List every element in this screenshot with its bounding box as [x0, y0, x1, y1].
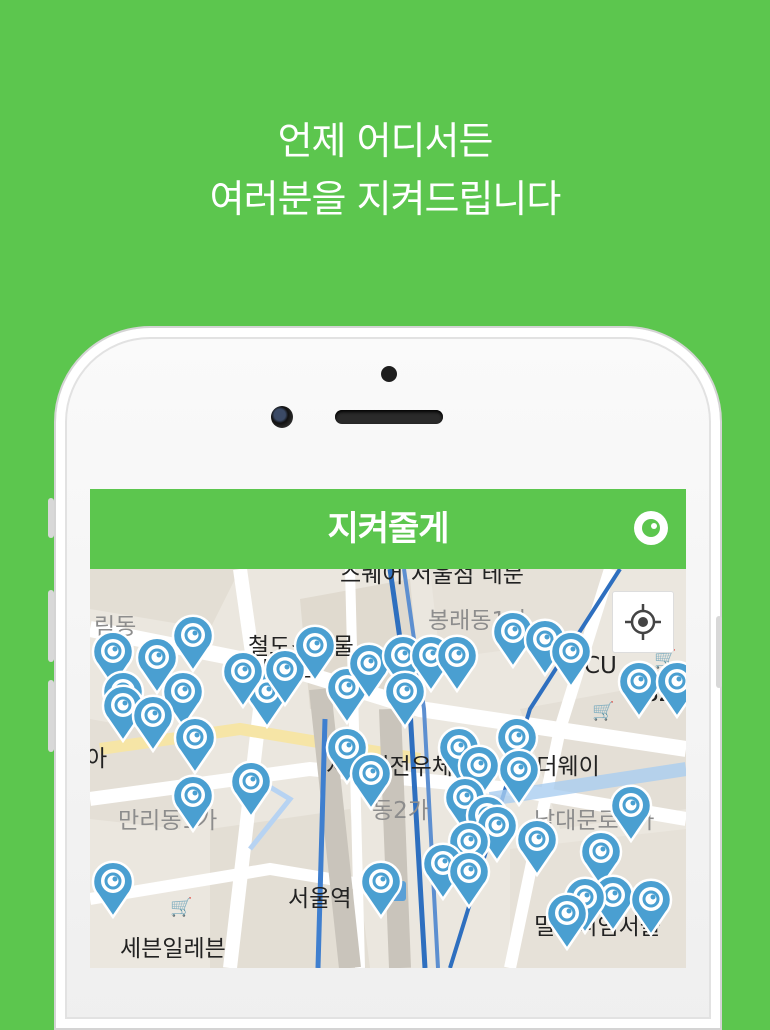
headline-line-2: 여러분을 지켜드립니다 [209, 177, 562, 221]
map-label: 세븐일레븐 [120, 936, 226, 962]
cctv-eye-pin-icon[interactable] [90, 859, 136, 919]
eye-icon[interactable] [634, 511, 668, 545]
volume-down-button [48, 680, 54, 752]
cctv-eye-pin-icon[interactable] [220, 649, 266, 709]
cctv-eye-pin-icon[interactable] [130, 693, 176, 753]
volume-up-button [48, 590, 54, 662]
map-label: 서울역 [288, 886, 352, 912]
mute-switch [48, 498, 54, 538]
cctv-eye-pin-icon[interactable] [544, 891, 590, 951]
map-label: 아 [90, 746, 108, 772]
cctv-eye-pin-icon[interactable] [172, 715, 218, 775]
headline: 언제 어디서든 여러분을 지켜드립니다 [0, 112, 770, 228]
cctv-eye-pin-icon[interactable] [170, 773, 216, 833]
headline-line-1: 언제 어디서든 [277, 119, 494, 163]
crosshair-icon [625, 604, 661, 640]
cctv-eye-pin-icon[interactable] [446, 849, 492, 909]
map-label: 스퀘어 서울점 테문 [340, 569, 524, 588]
cctv-eye-pin-icon[interactable] [628, 877, 674, 937]
cctv-eye-pin-icon[interactable] [654, 659, 686, 719]
power-button [716, 616, 722, 688]
cctv-eye-pin-icon[interactable] [434, 633, 480, 693]
map-view[interactable]: 스퀘어 서울점 테문 림동 봉래동1가 철도소화물 취급소 CU GS25 서울… [90, 569, 686, 968]
front-camera-icon [271, 406, 293, 428]
cctv-eye-pin-icon[interactable] [348, 751, 394, 811]
store-icon: 🛒 [170, 897, 193, 918]
store-icon: 🛒 [592, 701, 615, 722]
cctv-eye-pin-icon[interactable] [514, 817, 560, 877]
earpiece-speaker [335, 410, 443, 424]
sensor-dot [381, 366, 397, 382]
cctv-eye-pin-icon[interactable] [358, 859, 404, 919]
cctv-eye-pin-icon[interactable] [170, 613, 216, 673]
app-title: 지켜줄게 [327, 509, 449, 549]
cctv-eye-pin-icon[interactable] [608, 783, 654, 843]
my-location-button[interactable] [612, 591, 674, 653]
cctv-eye-pin-icon[interactable] [382, 669, 428, 729]
cctv-eye-pin-icon[interactable] [548, 629, 594, 689]
phone-screen: 지켜줄게 스퀘어 서울점 테문 림동 봉래동1가 CU 서울역전우체국 바이더웨… [90, 489, 686, 968]
cctv-eye-pin-icon[interactable] [228, 759, 274, 819]
app-bar: 지켜줄게 [90, 489, 686, 570]
